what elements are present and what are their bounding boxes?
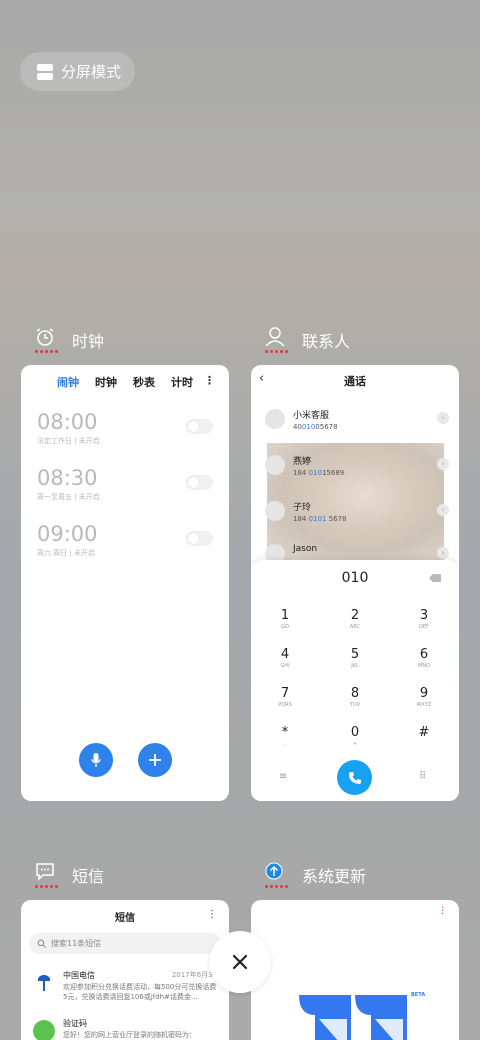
sms-preview: 欢迎参加积分兑换话费活动，每500分可兑换话费5元，兑换话费请回复106或jfd… xyxy=(63,983,217,1001)
dial-key[interactable]: *, xyxy=(265,725,305,747)
alarm-clock-icon xyxy=(34,327,58,353)
search-placeholder: 搜索11条短信 xyxy=(51,939,102,948)
contact-name: 小米客服 xyxy=(293,410,330,421)
update-app-name: 系统更新 xyxy=(302,867,367,886)
alarm-toggle[interactable] xyxy=(186,531,213,546)
sms-app-card[interactable]: 短信 ⋮ 搜索11条短信 中国电信 2017年6月30 欢迎参加积分兑换话费活动… xyxy=(21,900,229,1040)
sms-search-input[interactable]: 搜索11条短信 xyxy=(29,933,221,954)
contacts-header-title: 通话 xyxy=(344,375,366,388)
clock-app-header[interactable]: 时钟 xyxy=(34,327,104,353)
tab-alarm[interactable]: 闹钟 xyxy=(57,374,79,390)
contact-name: Jason xyxy=(293,544,318,554)
menu-icon[interactable]: ≡ xyxy=(279,771,287,782)
split-screen-label: 分屏模式 xyxy=(61,63,122,81)
contact-name: 子玲 xyxy=(293,502,312,513)
contact-item[interactable]: 燕婷 184 01015689 › xyxy=(265,448,449,482)
dial-key[interactable]: 8 TUV xyxy=(335,686,375,708)
dial-key[interactable]: 2 ABC xyxy=(335,608,375,630)
plus-icon xyxy=(149,754,161,766)
update-app-card[interactable]: ⋮ BETA xyxy=(251,900,459,1040)
sms-sender: 验证码 xyxy=(63,1019,87,1028)
dialed-number: 010 xyxy=(341,570,369,586)
dialpad: 010 1 GO 2 ABC 3 DEF 4 GHI 5 JKL 6 MNO 7 PQRS 8… xyxy=(251,560,459,801)
clock-tab-bar: 闹钟 时钟 秒表 计时 ⋮ xyxy=(21,374,229,390)
sms-app-name: 短信 xyxy=(72,867,105,886)
avatar xyxy=(265,409,285,429)
voice-alarm-button[interactable] xyxy=(79,743,113,777)
dial-key[interactable]: 7 PQRS xyxy=(265,686,305,708)
miui-logo-icon xyxy=(299,995,407,1040)
update-app-header[interactable]: 系统更新 xyxy=(264,862,366,888)
alarm-item[interactable]: 09:00 周六 周日 | 未开启 xyxy=(37,522,213,568)
more-options-icon[interactable]: ⋮ xyxy=(438,906,447,916)
search-icon xyxy=(37,939,46,948)
alarm-toggle[interactable] xyxy=(186,475,213,490)
chevron-right-icon[interactable]: › xyxy=(437,547,449,559)
update-arrow-icon xyxy=(264,862,288,888)
dial-key[interactable]: 6 MNO xyxy=(404,647,444,669)
dial-key[interactable]: 0 + xyxy=(335,725,375,747)
china-telecom-logo-icon xyxy=(33,972,55,994)
dial-key[interactable]: 4 GHI xyxy=(265,647,305,669)
more-options-icon[interactable]: ⋮ xyxy=(204,374,215,387)
contacts-app-card[interactable]: ‹ 通话 小米客服 4001005678 › 燕婷 184 01015689 ›… xyxy=(251,365,459,801)
chevron-right-icon[interactable]: › xyxy=(437,412,449,424)
avatar xyxy=(265,501,285,521)
alarm-desc: 周一至周五 | 未开启 xyxy=(37,493,100,501)
contact-number: 184 01015689 xyxy=(293,468,345,477)
alarm-desc: 法定工作日 | 未开启 xyxy=(37,437,100,445)
add-alarm-button[interactable] xyxy=(138,743,172,777)
avatar xyxy=(265,455,285,475)
dial-key[interactable]: # xyxy=(404,725,444,741)
alarm-desc: 周六 周日 | 未开启 xyxy=(37,549,96,557)
split-screen-button[interactable]: 分屏模式 xyxy=(20,52,135,91)
chevron-right-icon[interactable]: › xyxy=(437,504,449,516)
more-options-icon[interactable]: ⋮ xyxy=(207,909,217,920)
alarm-item[interactable]: 08:00 法定工作日 | 未开启 xyxy=(37,410,213,456)
list-item[interactable]: 中国电信 2017年6月30 欢迎参加积分兑换话费活动，每500分可兑换话费5元… xyxy=(33,970,217,1010)
chat-bubble-icon xyxy=(34,862,58,888)
call-button[interactable] xyxy=(337,760,372,795)
dial-key[interactable]: 1 GO xyxy=(265,608,305,630)
contact-name: 燕婷 xyxy=(293,456,312,467)
clear-all-button[interactable] xyxy=(209,931,271,993)
contact-item[interactable]: 子玲 184 0101 5678 › xyxy=(265,494,449,528)
dial-key[interactable]: 3 DEF xyxy=(404,608,444,630)
chevron-right-icon[interactable]: › xyxy=(437,458,449,470)
contacts-app-name: 联系人 xyxy=(302,332,351,351)
microphone-icon xyxy=(90,753,102,767)
tab-clock[interactable]: 时钟 xyxy=(95,374,117,390)
clock-app-name: 时钟 xyxy=(72,332,105,351)
contacts-app-header[interactable]: 联系人 xyxy=(264,327,350,353)
beta-badge: BETA xyxy=(411,992,426,998)
dial-key[interactable]: 5 JKL xyxy=(335,647,375,669)
contact-item[interactable]: 小米客服 4001005678 › xyxy=(265,402,449,436)
dial-key[interactable]: 9 WXYZ xyxy=(404,686,444,708)
close-icon xyxy=(232,954,248,970)
list-item[interactable]: 验证码 您好！您的网上营业厅登录的随机密码为： xyxy=(33,1018,217,1040)
clock-app-card[interactable]: 闹钟 时钟 秒表 计时 ⋮ 08:00 法定工作日 | 未开启 08:30 周一… xyxy=(21,365,229,801)
alarm-toggle[interactable] xyxy=(186,419,213,434)
tab-timer[interactable]: 计时 xyxy=(171,374,193,390)
message-avatar-icon xyxy=(33,1020,55,1040)
sms-title: 短信 xyxy=(115,913,135,924)
dialpad-grid-icon[interactable]: ⠿ xyxy=(419,771,426,782)
split-screen-icon xyxy=(37,63,53,80)
contact-number: 4001005678 xyxy=(293,422,338,431)
sms-preview: 您好！您的网上营业厅登录的随机密码为： xyxy=(63,1031,196,1039)
person-icon xyxy=(264,327,288,353)
contacts-list-area: ‹ 通话 小米客服 4001005678 › 燕婷 184 01015689 ›… xyxy=(251,365,459,564)
sms-app-header[interactable]: 短信 xyxy=(34,862,104,888)
sms-sender: 中国电信 xyxy=(63,971,95,980)
alarm-item[interactable]: 08:30 周一至周五 | 未开启 xyxy=(37,466,213,512)
tab-stopwatch[interactable]: 秒表 xyxy=(133,374,155,390)
contact-number: 184 0101 5678 xyxy=(293,514,347,523)
phone-icon xyxy=(348,771,361,784)
